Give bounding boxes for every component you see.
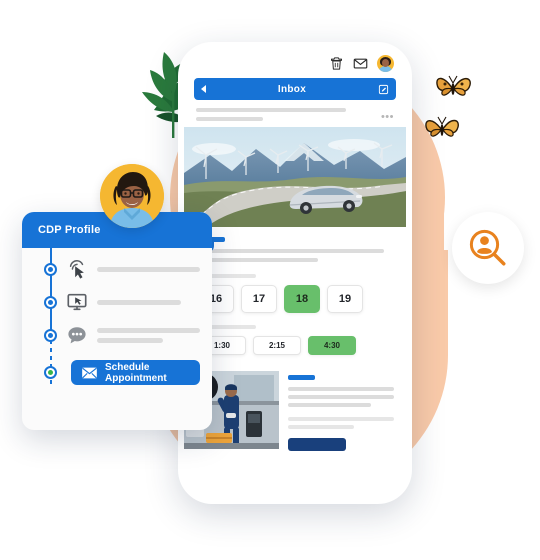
timeline-dot-active bbox=[44, 366, 57, 379]
illustration-stage: Inbox ••• 16 17 18 19 1:30 2:15 4:30 CDP… bbox=[0, 0, 540, 560]
phone-screen: Inbox ••• 16 17 18 19 1:30 2:15 4:30 bbox=[184, 48, 406, 498]
chat-bubble-icon bbox=[65, 324, 89, 346]
schedule-appointment-button[interactable]: Schedule Appointment bbox=[71, 360, 200, 385]
cdp-card-body: Schedule Appointment bbox=[22, 248, 212, 430]
section-accent-chip bbox=[288, 375, 315, 380]
user-avatar[interactable] bbox=[377, 54, 394, 72]
schedule-appointment-label: Schedule Appointment bbox=[105, 361, 167, 384]
skeleton-line bbox=[288, 387, 394, 391]
click-cursor-icon bbox=[65, 258, 89, 280]
time-option[interactable]: 2:15 bbox=[253, 336, 301, 355]
service-cta-button[interactable] bbox=[288, 438, 346, 451]
time-option-selected[interactable]: 4:30 bbox=[308, 336, 356, 355]
page-title: Inbox bbox=[277, 83, 307, 95]
day-picker: 16 17 18 19 bbox=[198, 285, 392, 313]
user-search-badge bbox=[452, 212, 524, 284]
skeleton-line bbox=[198, 249, 385, 253]
skeleton-line bbox=[288, 395, 394, 399]
appointment-section: 16 17 18 19 1:30 2:15 4:30 bbox=[184, 227, 406, 355]
timeline-dot bbox=[44, 262, 57, 276]
envelope-icon[interactable] bbox=[353, 56, 368, 71]
skeleton-line bbox=[288, 417, 394, 421]
skeleton-line bbox=[198, 258, 319, 262]
persona-avatar bbox=[100, 164, 164, 228]
desktop-monitor-icon bbox=[65, 291, 89, 313]
hero-image-car-on-mountain-road bbox=[184, 127, 406, 227]
phone-mockup: Inbox ••• 16 17 18 19 1:30 2:15 4:30 bbox=[178, 42, 412, 504]
service-text-block bbox=[288, 371, 394, 451]
day-option[interactable]: 19 bbox=[327, 285, 363, 313]
timeline-dot bbox=[44, 328, 57, 342]
phone-topbar bbox=[184, 48, 406, 78]
envelope-icon bbox=[82, 367, 97, 378]
day-option-selected[interactable]: 18 bbox=[284, 285, 320, 313]
service-section bbox=[184, 361, 406, 451]
user-search-icon bbox=[469, 229, 506, 266]
timeline-item-chat[interactable] bbox=[34, 324, 200, 346]
time-picker: 1:30 2:15 4:30 bbox=[198, 336, 392, 355]
skeleton-line bbox=[196, 117, 264, 121]
overflow-menu-icon[interactable]: ••• bbox=[381, 112, 394, 123]
skeleton-line bbox=[288, 403, 371, 407]
compose-pencil-square-icon[interactable] bbox=[378, 84, 389, 95]
timeline-item-click[interactable] bbox=[34, 258, 200, 280]
cdp-profile-card: CDP Profile Schedule Appointment bbox=[22, 212, 212, 430]
mail-list-item[interactable]: ••• bbox=[184, 100, 406, 127]
trash-icon[interactable] bbox=[329, 56, 344, 71]
butterfly-icon bbox=[424, 112, 462, 142]
timeline-item-desktop[interactable] bbox=[34, 291, 200, 313]
day-option[interactable]: 17 bbox=[241, 285, 277, 313]
skeleton-line bbox=[288, 425, 354, 429]
butterfly-icon bbox=[434, 72, 474, 102]
inbox-navbar: Inbox bbox=[194, 78, 396, 100]
timeline-dot bbox=[44, 295, 57, 309]
skeleton-line bbox=[196, 108, 347, 112]
timeline-item-cta[interactable]: Schedule Appointment bbox=[34, 360, 200, 385]
